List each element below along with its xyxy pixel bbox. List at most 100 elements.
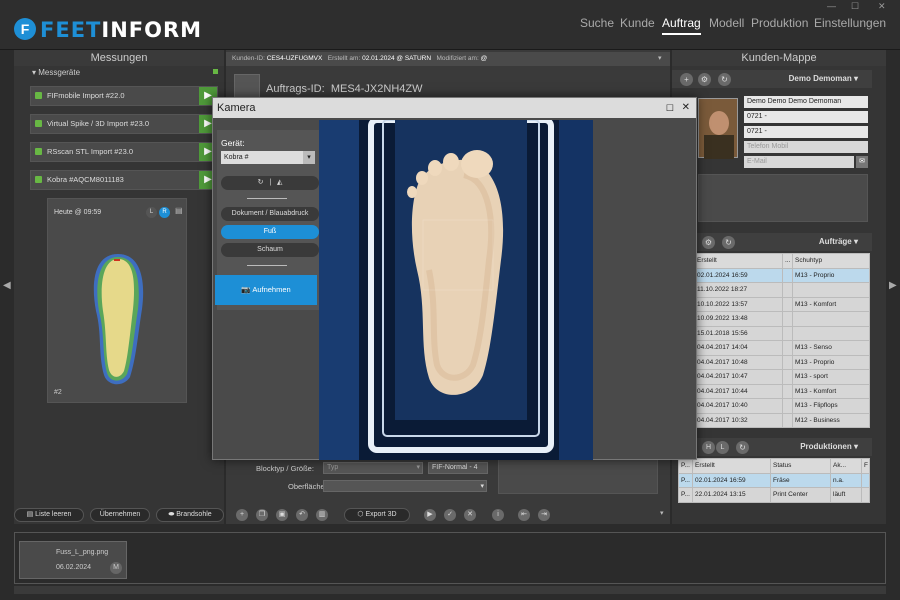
orders-table[interactable]: Erstellt... Schuhtyp 02.01.2024 16:59 M13 … [694,253,870,428]
horizontal-scrollbar[interactable] [14,586,886,594]
apply-button[interactable]: Übernehmen [90,508,150,522]
table-row[interactable]: 04.04.2017 10:32 M12 - Business [694,412,870,428]
chevron-down-icon[interactable]: ▾ [854,237,858,246]
block-type-select[interactable]: Typ ▾ [323,462,423,474]
column-header[interactable]: Erstellt [694,253,783,269]
table-row[interactable]: 10.10.2022 13:57 M13 - Komfort [694,296,870,312]
refresh-icon[interactable]: ↻ [718,73,731,86]
table-row[interactable]: 15.01.2018 15:56 [694,325,870,341]
close-icon[interactable]: ✕ [878,1,886,12]
device-item[interactable]: RSscan STL Import #23.0 ▶ [30,142,218,162]
import-icon[interactable]: ⇤ [518,509,530,521]
chevron-down-icon[interactable]: ▾ [658,54,662,62]
collapse-right-icon[interactable]: ▶ [889,280,897,291]
collapse-left-icon[interactable]: ◀ [3,280,11,291]
table-row[interactable]: P... 22.01.2024 13:15 Print Center läuft [678,487,870,503]
surface-select[interactable]: ▾ [323,480,487,492]
undo-icon[interactable]: ↶ [296,509,308,521]
play-icon[interactable]: ▶ [424,509,436,521]
column-header[interactable]: Status [770,458,831,474]
column-header[interactable]: P... [678,458,693,474]
minimize-icon[interactable]: — [827,1,836,11]
add-icon[interactable]: + [236,509,248,521]
refresh-icon[interactable]: ↻ [736,441,749,454]
meta-bar: Kunden-ID: CES4-UZFUGMVX Erstellt am: 02… [226,52,670,66]
close-icon[interactable]: ✕ [682,98,690,118]
trash-icon[interactable]: ▤ [175,206,186,218]
maximize-icon[interactable]: ☐ [851,1,859,12]
device-item[interactable]: Kobra #AQCM8011183 ▶ [30,170,218,190]
chevron-down-icon[interactable]: ▾ [660,509,664,517]
history-toggle[interactable]: H [702,441,715,454]
device-icon [35,176,42,183]
list-toggle[interactable]: L [716,441,729,454]
save-icon[interactable]: ▣ [276,509,288,521]
rotate-icon[interactable]: ↻ [258,179,264,186]
clear-list-button[interactable]: ▤ Liste leeren [14,508,84,522]
column-header[interactable]: Ak... [830,458,862,474]
refresh-icon[interactable]: ↻ [722,236,735,249]
chevron-down-icon[interactable]: ▾ [854,442,858,451]
device-select[interactable]: Kobra # ▾ [221,151,315,164]
scan-card[interactable]: Heute @ 09:59 L R ▤ #2 [47,198,187,403]
nav-produktion[interactable]: Produktion [751,16,808,30]
table-cell: 04.04.2017 10:32 [694,412,783,428]
column-header[interactable]: ... [782,253,793,269]
side-right-toggle[interactable]: R [159,207,170,218]
mode-foot-button[interactable]: Fuß [221,225,319,239]
mode-document-button[interactable]: Dokument / Blauabdruck [221,207,319,221]
maximize-icon[interactable]: ☐ [666,98,674,118]
column-header[interactable]: Erstellt [692,458,771,474]
mobile-field[interactable]: Telefon Mobil [744,141,868,153]
delete-icon[interactable]: ▥ [316,509,328,521]
notes-field[interactable] [698,174,868,222]
table-cell: 04.04.2017 10:44 [694,383,783,399]
productions-table[interactable]: P... Erstellt Status Ak... F P... 02.01.2024 … [678,458,870,503]
table-cell [782,383,793,399]
nav-kunde[interactable]: Kunde [620,16,655,30]
mail-icon[interactable]: ✉ [856,156,868,168]
cancel-icon[interactable]: ✕ [464,509,476,521]
mode-foam-button[interactable]: Schaum [221,243,319,257]
mirror-icon[interactable]: ◭ [277,179,282,186]
table-row[interactable]: 11.10.2022 18:27 [694,282,870,298]
phone-field[interactable]: 0721 - [744,111,868,123]
column-header[interactable]: Schuhtyp [792,253,870,269]
nav-suche[interactable]: Suche [580,16,614,30]
nav-einstellungen[interactable]: Einstellungen [814,16,886,30]
side-left-toggle[interactable]: L [146,207,157,218]
phone2-field[interactable]: 0721 - [744,126,868,138]
email-field[interactable]: E-Mail [744,156,854,168]
image-thumbnail[interactable]: Fuss_L_png.png 06.02.2024 M [19,541,127,579]
table-row[interactable]: P... 02.01.2024 16:59 Fräse n.a. [678,472,870,488]
table-row[interactable]: 04.04.2017 10:44 M13 - Komfort [694,383,870,399]
notes-area[interactable] [498,458,658,494]
info-icon[interactable]: i [492,509,504,521]
block-size-field[interactable]: FIF-Normal - 4 [428,462,488,474]
add-icon[interactable]: + [680,73,693,86]
gear-icon[interactable]: ⚙ [702,236,715,249]
nav-auftrag[interactable]: Auftrag [662,16,701,35]
table-cell: 11.10.2022 18:27 [694,282,783,298]
device-item[interactable]: FIFmobile Import #22.0 ▶ [30,86,218,106]
export-3d-label: Export 3D [365,511,397,518]
column-header[interactable]: F [861,458,870,474]
nav-modell[interactable]: Modell [709,16,744,30]
table-row[interactable]: 04.04.2017 10:40 M13 - Flipflops [694,398,870,414]
chevron-down-icon[interactable]: ▾ [854,74,858,83]
table-row[interactable]: 04.04.2017 14:04 M13 - Senso [694,340,870,356]
customer-photo[interactable] [698,98,738,159]
insole-button[interactable]: ⬬ Brandsohle [156,508,224,522]
table-row[interactable]: 04.04.2017 10:48 M13 - Proprio [694,354,870,370]
table-row[interactable]: 10.09.2022 13:48 [694,311,870,327]
check-icon[interactable]: ✓ [444,509,456,521]
export-3d-button[interactable]: ⬡ Export 3D [344,508,410,522]
table-row[interactable]: 02.01.2024 16:59 M13 - Proprio [694,267,870,283]
table-row[interactable]: 04.04.2017 10:47 M13 - sport [694,369,870,385]
gear-icon[interactable]: ⚙ [698,73,711,86]
capture-button[interactable]: 📷 Aufnehmen [215,275,317,305]
export-icon[interactable]: ⇥ [538,509,550,521]
name-field[interactable]: Demo Demo Demo Demoman [744,96,868,108]
copy-icon[interactable]: ❐ [256,509,268,521]
device-item[interactable]: Virtual Spike / 3D Import #23.0 ▶ [30,114,218,134]
